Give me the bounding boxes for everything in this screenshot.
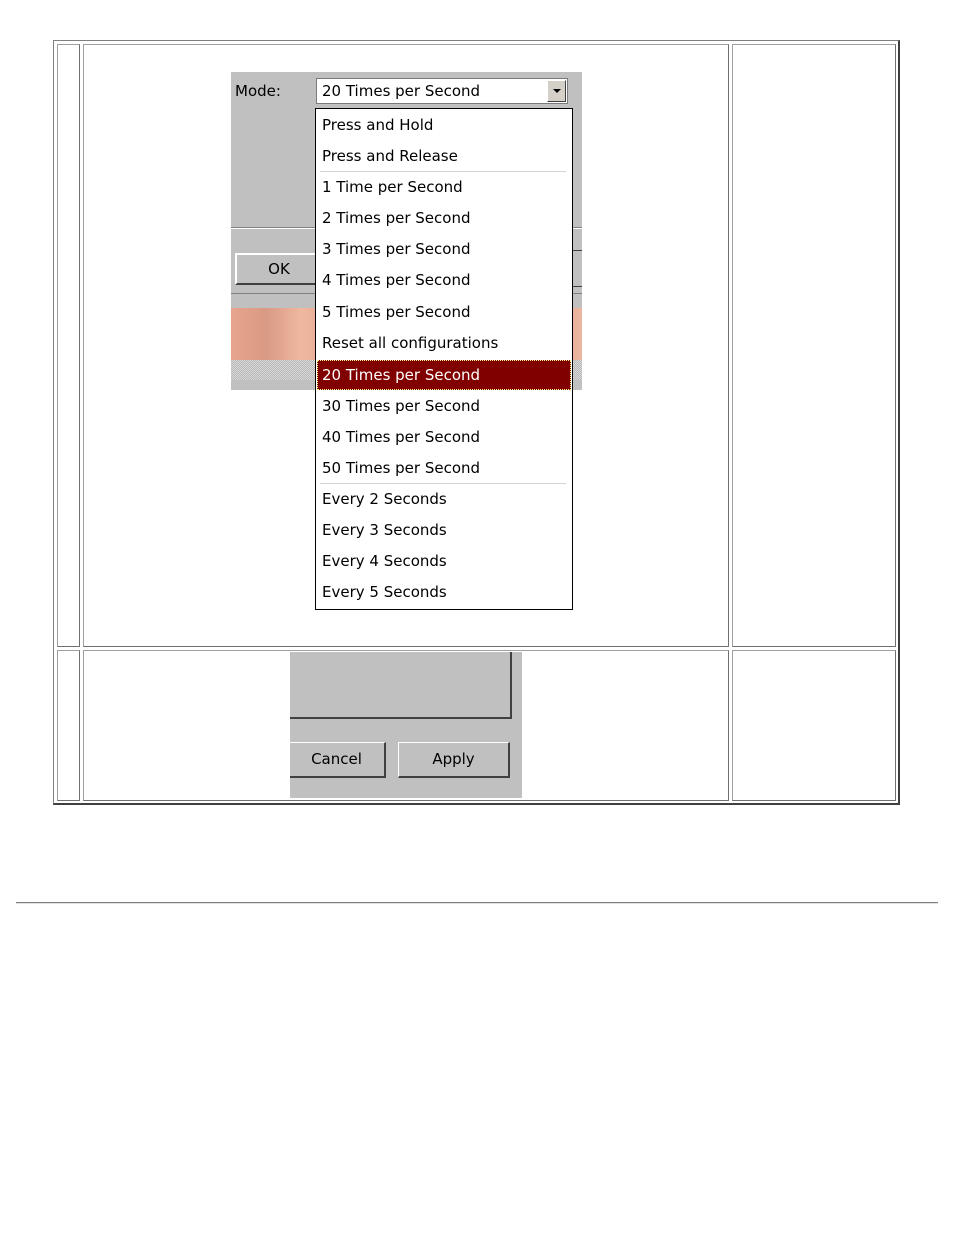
group-box: [290, 652, 512, 719]
dropdown-option[interactable]: 1 Time per Second: [317, 172, 571, 202]
dropdown-option[interactable]: 3 Times per Second: [317, 234, 571, 264]
dialog-buttons-screenshot: Cancel Apply: [290, 652, 522, 798]
horizontal-rule: [16, 902, 938, 904]
dropdown-option[interactable]: Reset all configurations: [317, 328, 571, 358]
dropdown-option[interactable]: Every 5 Seconds: [317, 577, 571, 607]
dropdown-option[interactable]: Press and Release: [317, 141, 571, 171]
dropdown-option[interactable]: Press and Hold: [317, 110, 571, 140]
dropdown-option[interactable]: 40 Times per Second: [317, 422, 571, 452]
table-cell-left-top: [57, 44, 80, 647]
dropdown-option[interactable]: Every 2 Seconds: [317, 484, 571, 514]
dropdown-option[interactable]: 50 Times per Second: [317, 453, 571, 483]
apply-button[interactable]: Apply: [398, 742, 510, 778]
dropdown-option[interactable]: 2 Times per Second: [317, 203, 571, 233]
dropdown-option-selected[interactable]: 20 Times per Second: [317, 360, 571, 390]
table-cell-right-top: [732, 44, 896, 647]
mode-select-value: 20 Times per Second: [322, 82, 481, 100]
dropdown-option[interactable]: 4 Times per Second: [317, 265, 571, 295]
dropdown-option[interactable]: 30 Times per Second: [317, 391, 571, 421]
mode-label: Mode:: [235, 82, 281, 100]
ok-button[interactable]: OK: [235, 253, 323, 285]
dropdown-option[interactable]: Every 3 Seconds: [317, 515, 571, 545]
chevron-down-icon[interactable]: [547, 80, 566, 102]
dropdown-option[interactable]: Every 4 Seconds: [317, 546, 571, 576]
mode-dropdown-list[interactable]: Press and Hold Press and Release 1 Time …: [315, 108, 573, 610]
cancel-button[interactable]: Cancel: [290, 742, 386, 778]
table-cell-right-bottom: [732, 650, 896, 801]
table-cell-left-bottom: [57, 650, 80, 801]
dropdown-option[interactable]: 5 Times per Second: [317, 297, 571, 327]
mode-select[interactable]: 20 Times per Second: [316, 78, 568, 104]
